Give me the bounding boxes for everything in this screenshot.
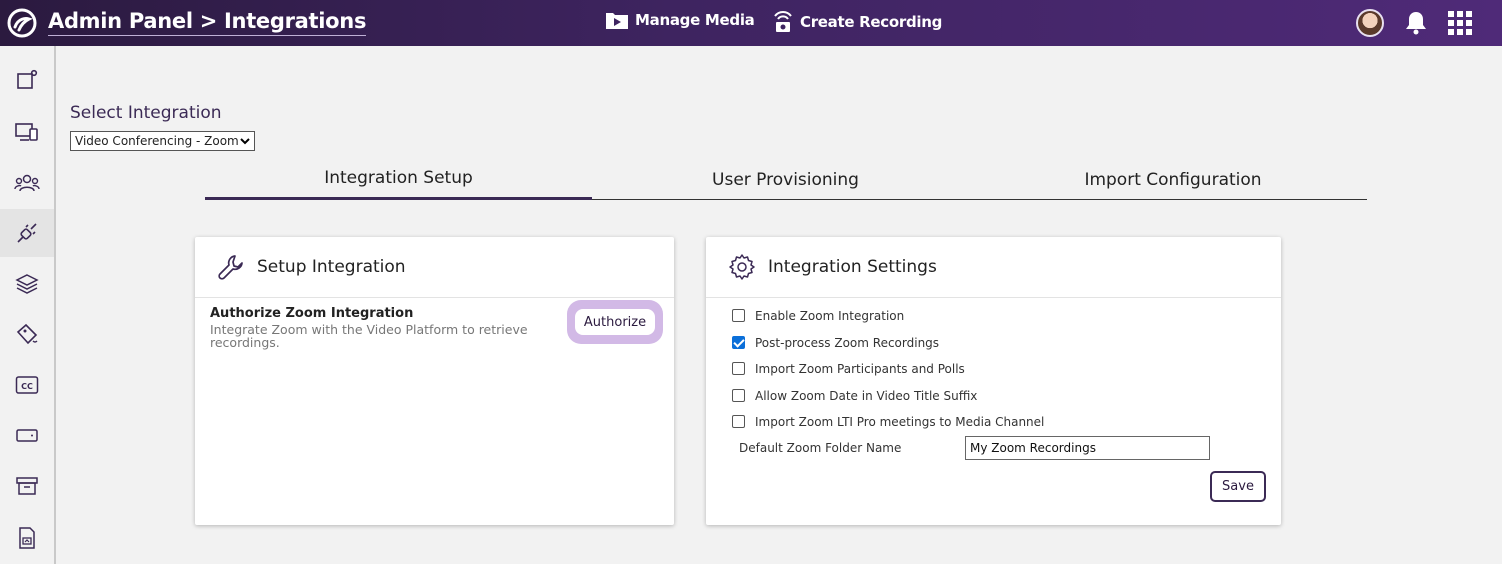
tab-integration-setup[interactable]: Integration Setup — [205, 158, 592, 200]
apps-grid-icon[interactable] — [1447, 10, 1473, 36]
sidebar: CC — [0, 46, 56, 564]
authorize-button[interactable]: Authorize — [575, 309, 655, 335]
authorize-highlight: Authorize — [567, 300, 663, 344]
tab-label: Import Configuration — [1084, 170, 1262, 190]
media-folder-icon — [606, 13, 628, 29]
devices-icon — [15, 123, 38, 141]
sidebar-item-captions[interactable]: CC — [0, 361, 54, 409]
folder-name-input[interactable] — [965, 436, 1210, 460]
svg-text:CC: CC — [21, 382, 33, 391]
sidebar-item-dashboard[interactable] — [0, 56, 54, 104]
authorize-title: Authorize Zoom Integration — [210, 306, 414, 321]
save-button[interactable]: Save — [1210, 471, 1266, 502]
file-chart-icon — [19, 527, 35, 549]
sidebar-item-tags[interactable] — [0, 310, 54, 358]
drive-icon — [16, 429, 38, 442]
sidebar-item-devices[interactable] — [0, 108, 54, 156]
checkbox[interactable] — [732, 414, 745, 428]
integration-select[interactable]: Video Conferencing - Zoom — [70, 131, 255, 151]
setup-integration-card: Setup Integration Authorize Zoom Integra… — [195, 237, 674, 525]
sidebar-item-layers[interactable] — [0, 260, 54, 308]
manage-media-link[interactable]: Manage Media — [605, 10, 755, 30]
broadcast-icon — [774, 11, 792, 32]
tab-import-configuration[interactable]: Import Configuration — [979, 160, 1367, 200]
logo-icon[interactable] — [6, 8, 38, 38]
create-recording-link[interactable]: Create Recording — [772, 10, 942, 34]
gear-icon — [729, 254, 755, 280]
checkbox[interactable] — [732, 361, 745, 375]
sidebar-item-storage[interactable] — [0, 411, 54, 459]
tab-label: User Provisioning — [712, 170, 859, 190]
authorize-description: Integrate Zoom with the Video Platform t… — [210, 322, 528, 350]
cc-icon: CC — [15, 376, 39, 394]
tab-user-provisioning[interactable]: User Provisioning — [592, 160, 979, 200]
sidebar-item-integrations[interactable] — [0, 209, 54, 257]
layers-icon — [15, 274, 39, 294]
manage-media-label: Manage Media — [635, 11, 755, 29]
top-bar: Admin Panel > Integrations Manage Media … — [0, 0, 1502, 46]
tab-bar: Integration Setup User Provisioning Impo… — [205, 160, 1367, 200]
checkbox[interactable] — [732, 335, 745, 349]
option-label: Import Zoom LTI Pro meetings to Media Ch… — [755, 415, 1045, 429]
integration-settings-card: Integration Settings Enable Zoom Integra… — [706, 237, 1281, 525]
option-label: Post-process Zoom Recordings — [755, 336, 940, 350]
sidebar-item-users[interactable] — [0, 159, 54, 207]
option-date-suffix[interactable]: Allow Zoom Date in Video Title Suffix — [732, 388, 978, 403]
tab-label: Integration Setup — [324, 167, 473, 188]
checkbox[interactable] — [732, 308, 745, 322]
option-lti-pro[interactable]: Import Zoom LTI Pro meetings to Media Ch… — [732, 414, 1045, 429]
wrench-icon — [218, 255, 243, 280]
create-recording-label: Create Recording — [800, 13, 943, 31]
card-header: Setup Integration — [195, 237, 674, 298]
option-enable-zoom[interactable]: Enable Zoom Integration — [732, 308, 905, 323]
card-title: Setup Integration — [257, 257, 406, 277]
avatar[interactable] — [1356, 9, 1384, 37]
sidebar-item-archive[interactable] — [0, 462, 54, 510]
folder-name-label: Default Zoom Folder Name — [739, 441, 902, 455]
option-label: Import Zoom Participants and Polls — [755, 362, 965, 376]
card-header: Integration Settings — [706, 237, 1281, 298]
option-import-participants[interactable]: Import Zoom Participants and Polls — [732, 361, 965, 376]
option-label: Allow Zoom Date in Video Title Suffix — [755, 389, 978, 403]
tag-icon — [16, 323, 38, 345]
plug-icon — [17, 223, 37, 243]
select-integration-label: Select Integration — [70, 103, 222, 123]
option-post-process[interactable]: Post-process Zoom Recordings — [732, 335, 940, 350]
breadcrumb-title[interactable]: Admin Panel > Integrations — [48, 9, 366, 36]
users-icon — [14, 174, 40, 192]
card-title: Integration Settings — [768, 257, 937, 277]
option-label: Enable Zoom Integration — [755, 309, 905, 323]
chevron-down-icon — [240, 138, 250, 145]
bell-icon[interactable] — [1404, 10, 1428, 36]
dashboard-icon — [17, 69, 38, 89]
checkbox[interactable] — [732, 388, 745, 402]
integration-select-value: Video Conferencing - Zoom — [75, 134, 239, 148]
sidebar-item-reports[interactable] — [0, 514, 54, 562]
archive-icon — [16, 477, 38, 495]
